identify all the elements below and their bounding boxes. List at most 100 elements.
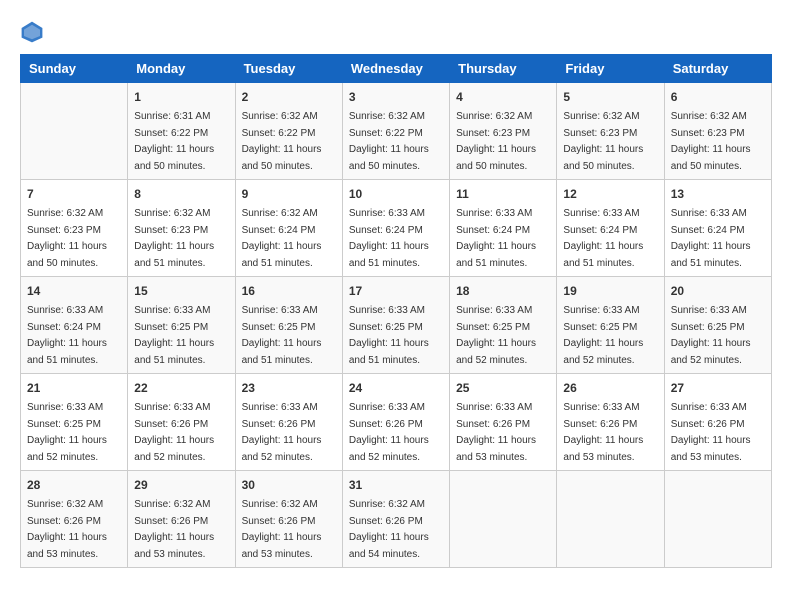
- header-monday: Monday: [128, 55, 235, 83]
- day-detail: Sunrise: 6:33 AMSunset: 6:25 PMDaylight:…: [671, 305, 751, 366]
- calendar-cell: 27Sunrise: 6:33 AMSunset: 6:26 PMDayligh…: [664, 374, 771, 471]
- calendar-cell: 23 Sunrise: 6:33 AMSunset: 6:26 PMDayligh…: [235, 374, 342, 471]
- day-detail: Sunrise: 6:33 AMSunset: 6:24 PMDaylight:…: [563, 208, 643, 269]
- day-number: 12: [563, 185, 657, 203]
- calendar-cell: 1 Sunrise: 6:31 AMSunset: 6:22 PMDaylight…: [128, 83, 235, 180]
- day-detail: Sunrise: 6:32 AMSunset: 6:23 PMDaylight:…: [456, 111, 536, 172]
- calendar-cell: 25 Sunrise: 6:33 AMSunset: 6:26 PMDayligh…: [450, 374, 557, 471]
- day-detail: Sunrise: 6:33 AMSunset: 6:25 PMDaylight:…: [134, 305, 214, 366]
- day-number: 15: [134, 282, 228, 300]
- day-detail: Sunrise: 6:33 AMSunset: 6:24 PMDaylight:…: [671, 208, 751, 269]
- day-number: 2: [242, 88, 336, 106]
- day-detail: Sunrise: 6:32 AMSunset: 6:23 PMDaylight:…: [671, 111, 751, 172]
- day-detail: Sunrise: 6:32 AMSunset: 6:23 PMDaylight:…: [27, 208, 107, 269]
- day-detail: Sunrise: 6:32 AMSunset: 6:22 PMDaylight:…: [349, 111, 429, 172]
- header-tuesday: Tuesday: [235, 55, 342, 83]
- day-number: 23: [242, 379, 336, 397]
- day-detail: Sunrise: 6:33 AMSunset: 6:24 PMDaylight:…: [349, 208, 429, 269]
- calendar-cell: 28Sunrise: 6:32 AMSunset: 6:26 PMDayligh…: [21, 471, 128, 568]
- calendar-cell: 6 Sunrise: 6:32 AMSunset: 6:23 PMDaylight…: [664, 83, 771, 180]
- day-number: 7: [27, 185, 121, 203]
- calendar-cell: 2 Sunrise: 6:32 AMSunset: 6:22 PMDaylight…: [235, 83, 342, 180]
- day-detail: Sunrise: 6:33 AMSunset: 6:26 PMDaylight:…: [563, 402, 643, 463]
- day-detail: Sunrise: 6:33 AMSunset: 6:26 PMDaylight:…: [349, 402, 429, 463]
- day-number: 26: [563, 379, 657, 397]
- logo: [20, 20, 48, 44]
- calendar-cell: [664, 471, 771, 568]
- day-number: 31: [349, 476, 443, 494]
- calendar-cell: 3 Sunrise: 6:32 AMSunset: 6:22 PMDaylight…: [342, 83, 449, 180]
- header-thursday: Thursday: [450, 55, 557, 83]
- day-number: 29: [134, 476, 228, 494]
- day-detail: Sunrise: 6:33 AMSunset: 6:24 PMDaylight:…: [27, 305, 107, 366]
- day-detail: Sunrise: 6:32 AMSunset: 6:26 PMDaylight:…: [27, 499, 107, 560]
- calendar-cell: 16Sunrise: 6:33 AMSunset: 6:25 PMDayligh…: [235, 277, 342, 374]
- day-detail: Sunrise: 6:32 AMSunset: 6:26 PMDaylight:…: [134, 499, 214, 560]
- calendar-cell: [21, 83, 128, 180]
- calendar-week-row: 1 Sunrise: 6:31 AMSunset: 6:22 PMDaylight…: [21, 83, 772, 180]
- day-number: 3: [349, 88, 443, 106]
- day-detail: Sunrise: 6:33 AMSunset: 6:25 PMDaylight:…: [456, 305, 536, 366]
- calendar-cell: 5 Sunrise: 6:32 AMSunset: 6:23 PMDaylight…: [557, 83, 664, 180]
- calendar-table: Sunday Monday Tuesday Wednesday Thursday…: [20, 54, 772, 568]
- calendar-cell: 19 Sunrise: 6:33 AMSunset: 6:25 PMDayligh…: [557, 277, 664, 374]
- day-detail: Sunrise: 6:32 AMSunset: 6:22 PMDaylight:…: [242, 111, 322, 172]
- day-number: 16: [242, 282, 336, 300]
- calendar-cell: [450, 471, 557, 568]
- day-detail: Sunrise: 6:33 AMSunset: 6:26 PMDaylight:…: [671, 402, 751, 463]
- day-detail: Sunrise: 6:33 AMSunset: 6:25 PMDaylight:…: [27, 402, 107, 463]
- day-number: 11: [456, 185, 550, 203]
- day-detail: Sunrise: 6:31 AMSunset: 6:22 PMDaylight:…: [134, 111, 214, 172]
- day-number: 14: [27, 282, 121, 300]
- calendar-cell: [557, 471, 664, 568]
- calendar-cell: 7 Sunrise: 6:32 AMSunset: 6:23 PMDaylight…: [21, 180, 128, 277]
- day-number: 6: [671, 88, 765, 106]
- day-number: 19: [563, 282, 657, 300]
- day-detail: Sunrise: 6:32 AMSunset: 6:26 PMDaylight:…: [349, 499, 429, 560]
- calendar-cell: 14 Sunrise: 6:33 AMSunset: 6:24 PMDayligh…: [21, 277, 128, 374]
- day-detail: Sunrise: 6:33 AMSunset: 6:26 PMDaylight:…: [242, 402, 322, 463]
- calendar-cell: 31 Sunrise: 6:32 AMSunset: 6:26 PMDayligh…: [342, 471, 449, 568]
- day-detail: Sunrise: 6:33 AMSunset: 6:26 PMDaylight:…: [134, 402, 214, 463]
- header-saturday: Saturday: [664, 55, 771, 83]
- calendar-body: 1 Sunrise: 6:31 AMSunset: 6:22 PMDaylight…: [21, 83, 772, 568]
- weekday-header-row: Sunday Monday Tuesday Wednesday Thursday…: [21, 55, 772, 83]
- calendar-week-row: 21 Sunrise: 6:33 AMSunset: 6:25 PMDayligh…: [21, 374, 772, 471]
- day-number: 9: [242, 185, 336, 203]
- calendar-cell: 21 Sunrise: 6:33 AMSunset: 6:25 PMDayligh…: [21, 374, 128, 471]
- calendar-week-row: 7 Sunrise: 6:32 AMSunset: 6:23 PMDaylight…: [21, 180, 772, 277]
- day-number: 13: [671, 185, 765, 203]
- calendar-cell: 18 Sunrise: 6:33 AMSunset: 6:25 PMDayligh…: [450, 277, 557, 374]
- day-number: 1: [134, 88, 228, 106]
- calendar-cell: 20 Sunrise: 6:33 AMSunset: 6:25 PMDayligh…: [664, 277, 771, 374]
- day-number: 10: [349, 185, 443, 203]
- day-number: 22: [134, 379, 228, 397]
- day-number: 18: [456, 282, 550, 300]
- day-detail: Sunrise: 6:33 AMSunset: 6:26 PMDaylight:…: [456, 402, 536, 463]
- header-sunday: Sunday: [21, 55, 128, 83]
- day-number: 30: [242, 476, 336, 494]
- day-number: 4: [456, 88, 550, 106]
- header-friday: Friday: [557, 55, 664, 83]
- day-detail: Sunrise: 6:33 AMSunset: 6:25 PMDaylight:…: [563, 305, 643, 366]
- calendar-cell: 17Sunrise: 6:33 AMSunset: 6:25 PMDayligh…: [342, 277, 449, 374]
- calendar-cell: 4 Sunrise: 6:32 AMSunset: 6:23 PMDaylight…: [450, 83, 557, 180]
- day-number: 20: [671, 282, 765, 300]
- day-number: 21: [27, 379, 121, 397]
- calendar-week-row: 28Sunrise: 6:32 AMSunset: 6:26 PMDayligh…: [21, 471, 772, 568]
- calendar-week-row: 14 Sunrise: 6:33 AMSunset: 6:24 PMDayligh…: [21, 277, 772, 374]
- day-number: 5: [563, 88, 657, 106]
- calendar-cell: 15 Sunrise: 6:33 AMSunset: 6:25 PMDayligh…: [128, 277, 235, 374]
- calendar-cell: 9Sunrise: 6:32 AMSunset: 6:24 PMDaylight…: [235, 180, 342, 277]
- day-number: 24: [349, 379, 443, 397]
- calendar-cell: 24 Sunrise: 6:33 AMSunset: 6:26 PMDayligh…: [342, 374, 449, 471]
- calendar-cell: 30Sunrise: 6:32 AMSunset: 6:26 PMDayligh…: [235, 471, 342, 568]
- day-detail: Sunrise: 6:32 AMSunset: 6:23 PMDaylight:…: [563, 111, 643, 172]
- day-number: 17: [349, 282, 443, 300]
- calendar-cell: 22 Sunrise: 6:33 AMSunset: 6:26 PMDayligh…: [128, 374, 235, 471]
- calendar-cell: 26 Sunrise: 6:33 AMSunset: 6:26 PMDayligh…: [557, 374, 664, 471]
- day-number: 8: [134, 185, 228, 203]
- logo-icon: [20, 20, 44, 44]
- day-detail: Sunrise: 6:33 AMSunset: 6:24 PMDaylight:…: [456, 208, 536, 269]
- day-number: 25: [456, 379, 550, 397]
